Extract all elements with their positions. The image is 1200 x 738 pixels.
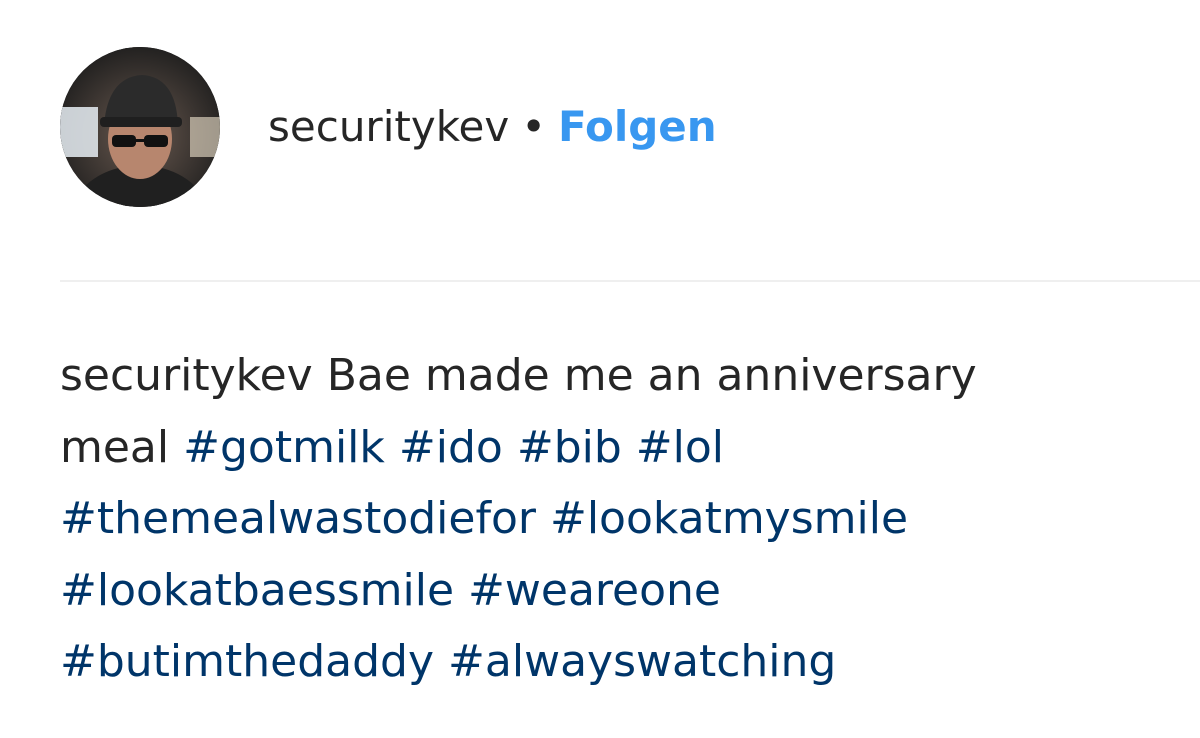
caption-line: #lookatbaessmile #weareone <box>60 555 1180 627</box>
avatar[interactable] <box>60 47 220 207</box>
hashtag-link[interactable]: #themealwastodiefor <box>60 493 536 544</box>
divider <box>60 280 1200 282</box>
hashtag-link[interactable]: #butimthedaddy <box>60 636 434 687</box>
caption-text: Bae made me an anniversary <box>326 350 977 401</box>
follow-button[interactable]: Folgen <box>558 106 717 148</box>
hashtag-link[interactable]: #weareone <box>468 565 721 616</box>
hashtag-link[interactable]: #alwayswatching <box>448 636 836 687</box>
caption-text: meal <box>60 421 170 473</box>
caption-line: #themealwastodiefor #lookatmysmile <box>60 483 1180 555</box>
post-caption: securitykev Bae made me an anniversary m… <box>60 340 1180 698</box>
caption-username-link[interactable]: securitykev <box>60 350 313 401</box>
post-header: securitykev • Folgen <box>60 47 717 207</box>
hashtag-link[interactable]: #lookatbaessmile <box>60 565 454 616</box>
hashtag-link[interactable]: #lookatmysmile <box>550 493 908 544</box>
hashtag-link[interactable]: #bib <box>517 422 622 473</box>
hashtag-link[interactable]: #ido <box>399 422 503 473</box>
caption-line: #butimthedaddy #alwayswatching <box>60 626 1180 698</box>
post-header-text: securitykev • Folgen <box>268 106 717 148</box>
username-link[interactable]: securitykev <box>268 106 509 148</box>
hashtag-link[interactable]: #gotmilk <box>183 422 385 473</box>
hashtag-link[interactable]: #lol <box>636 422 724 473</box>
caption-line: securitykev Bae made me an anniversary <box>60 340 1180 412</box>
separator-dot: • <box>521 102 546 151</box>
avatar-photo-icon <box>60 47 220 207</box>
caption-line: meal #gotmilk #ido #bib #lol <box>60 412 1180 484</box>
